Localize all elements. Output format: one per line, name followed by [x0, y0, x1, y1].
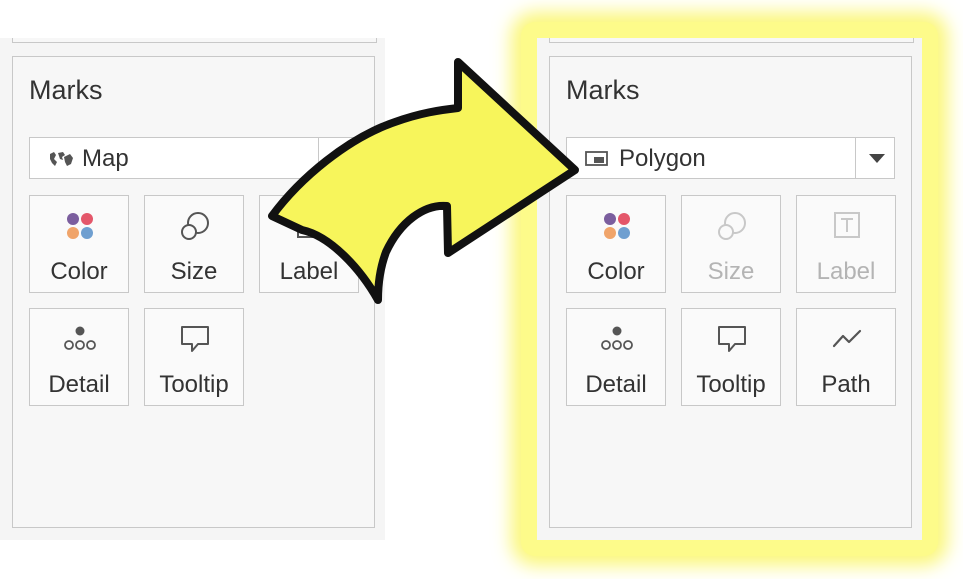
curved-arrow-icon	[268, 58, 579, 304]
